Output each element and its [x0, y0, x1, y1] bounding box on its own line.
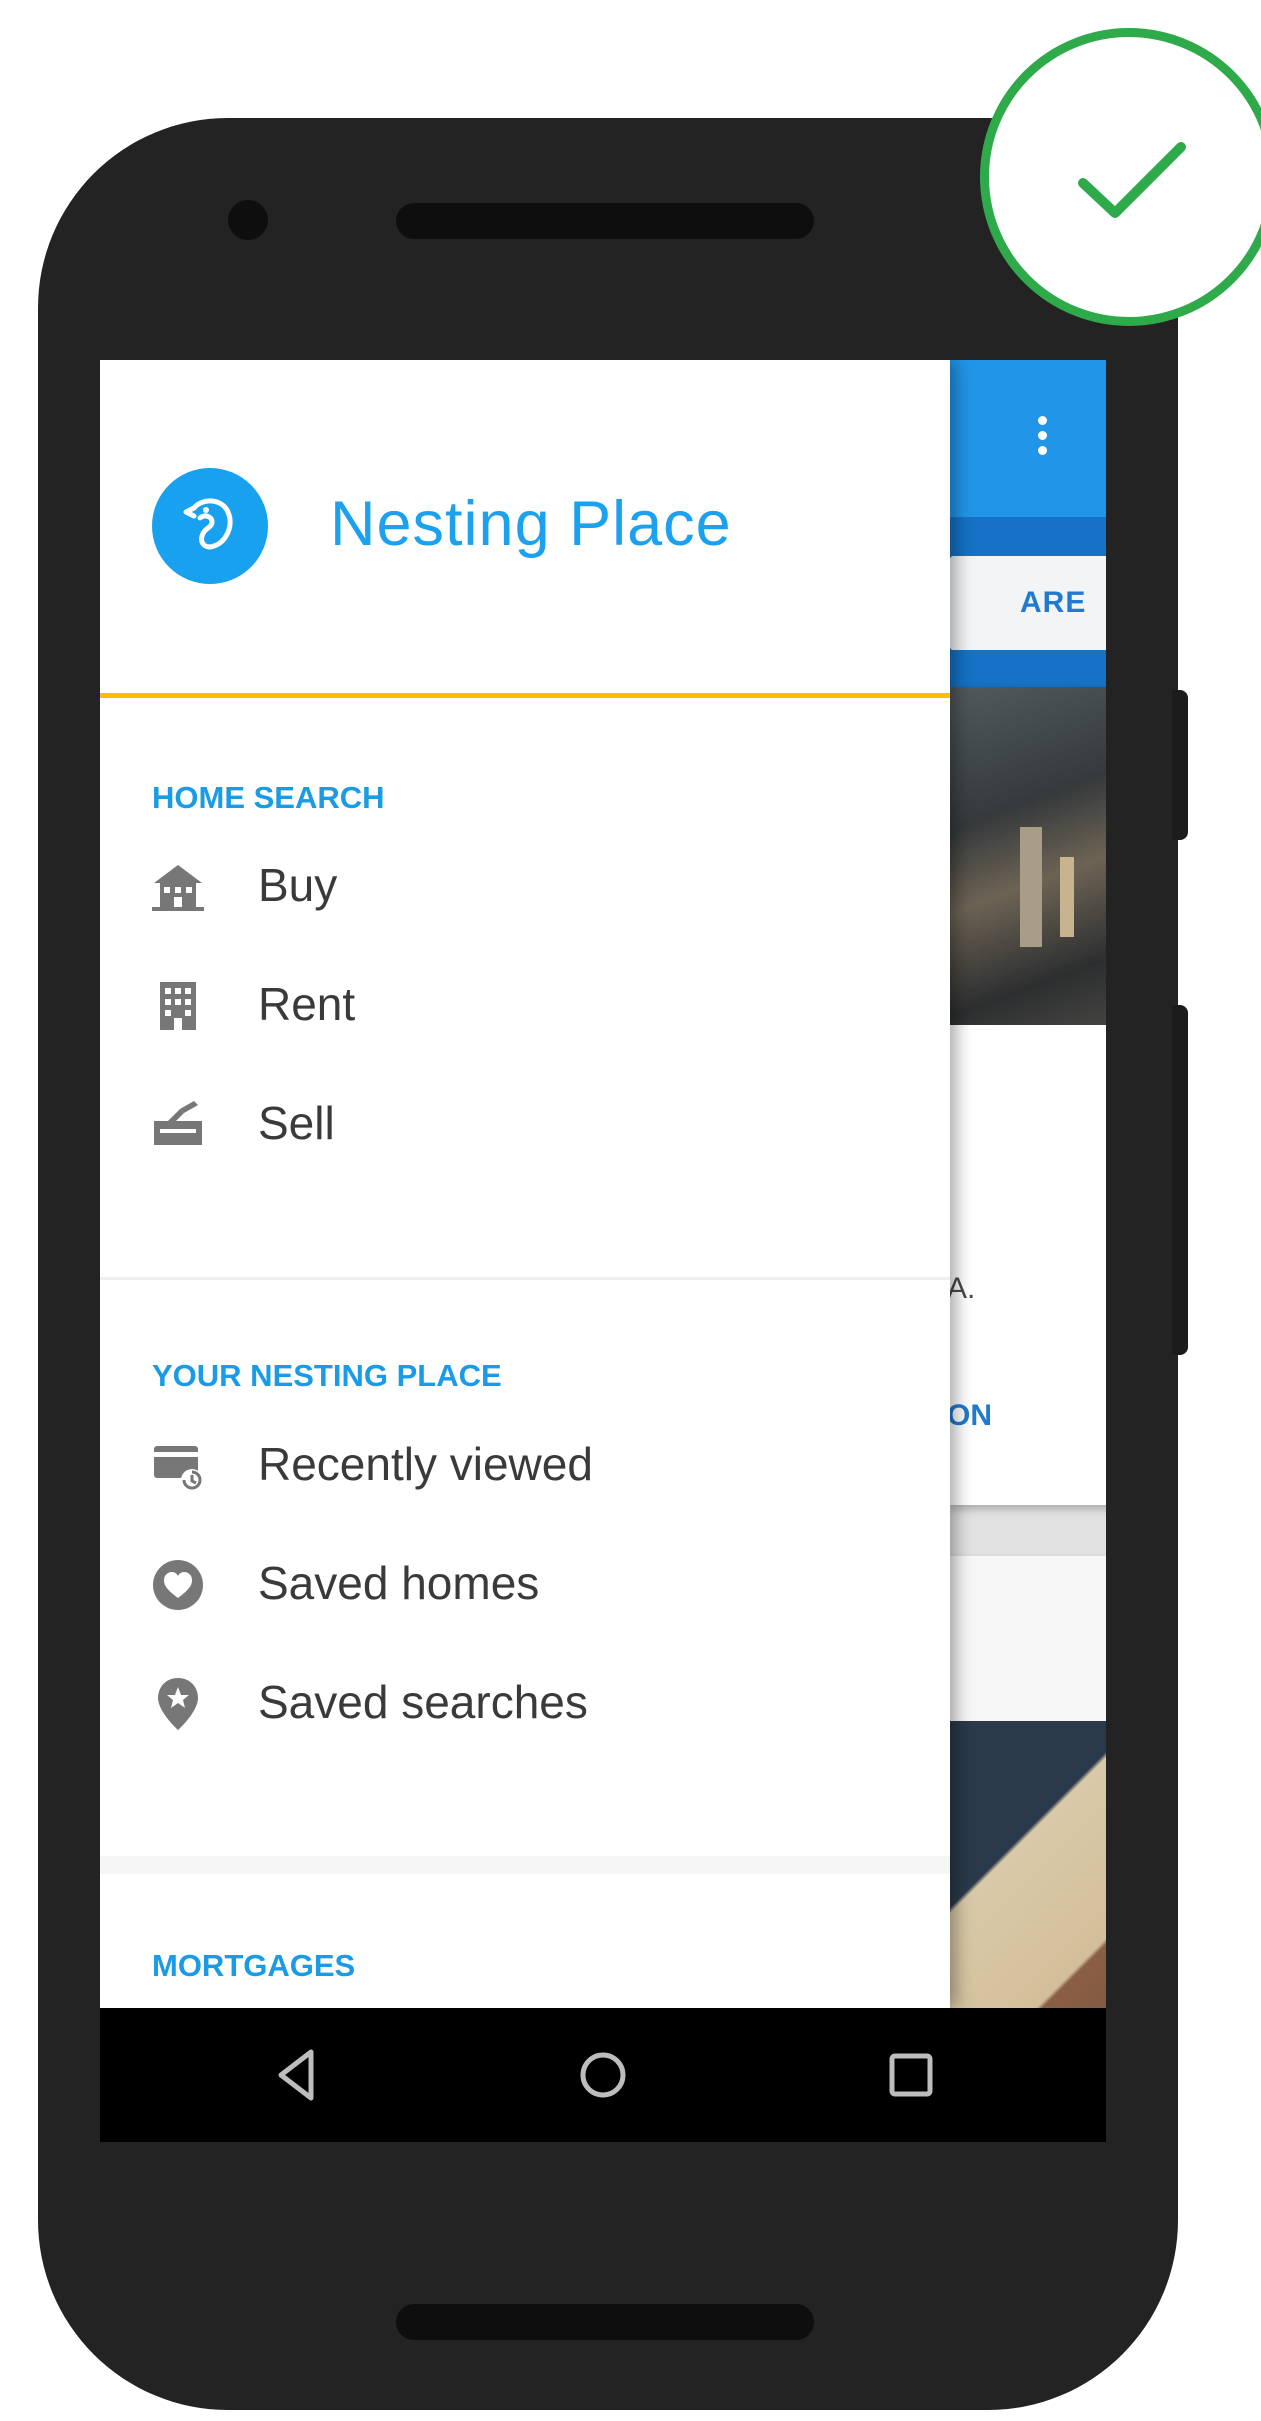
heart-icon — [150, 1557, 206, 1613]
listing-photo — [950, 687, 1106, 1025]
checkmark-icon — [1078, 142, 1186, 218]
sell-sign-icon — [150, 1097, 206, 1153]
stage: ARE A. ON Nesting Place HOME SEARCH Buy … — [0, 0, 1261, 2421]
drawer-item-label: Sell — [258, 1097, 335, 1149]
listing-address: A. — [947, 1272, 976, 1305]
section-title-your-nesting-place: YOUR NESTING PLACE — [152, 1358, 502, 1393]
approved-badge — [980, 28, 1261, 326]
android-nav-bar — [100, 2008, 1106, 2142]
recently-viewed-icon — [150, 1438, 206, 1494]
power-button — [1172, 690, 1188, 840]
home-icon[interactable] — [572, 2044, 634, 2106]
drawer-item-saved-homes[interactable]: Saved homes — [100, 1530, 950, 1640]
building-icon — [150, 978, 206, 1034]
front-camera — [228, 200, 268, 240]
drawer-header: Nesting Place — [100, 360, 950, 698]
drawer-item-label: Saved homes — [258, 1557, 540, 1609]
phone-screen: ARE A. ON Nesting Place HOME SEARCH Buy … — [100, 360, 1106, 2142]
app-tab[interactable]: ARE — [950, 556, 1106, 650]
drawer-item-label: Saved searches — [258, 1676, 588, 1728]
section-divider — [100, 1856, 950, 1874]
drawer-item-saved-searches[interactable]: Saved searches — [100, 1649, 950, 1759]
recents-icon[interactable] — [880, 2044, 942, 2106]
drawer-item-label: Recently viewed — [258, 1438, 593, 1490]
drawer-item-rent[interactable]: Rent — [100, 951, 950, 1061]
drawer-item-sell[interactable]: Sell — [100, 1070, 950, 1180]
nesting-place-logo-icon — [152, 468, 268, 584]
drawer-item-buy[interactable]: Buy — [100, 832, 950, 942]
listing-card[interactable]: A. ON — [947, 687, 1106, 1505]
app-tab-label: ARE — [1020, 586, 1087, 619]
drawer-item-label: Rent — [258, 978, 356, 1030]
drawer-item-label: Buy — [258, 859, 338, 911]
top-speaker — [396, 203, 814, 239]
section-divider — [100, 1277, 950, 1280]
section-title-mortgages: MORTGAGES — [152, 1948, 356, 1983]
bottom-speaker — [396, 2304, 814, 2340]
brand-name: Nesting Place — [330, 489, 732, 559]
navigation-drawer: Nesting Place HOME SEARCH Buy Rent Sell … — [100, 360, 950, 2008]
star-pin-icon — [150, 1676, 206, 1732]
section-title-home-search: HOME SEARCH — [152, 780, 385, 815]
listing-action-button[interactable]: ON — [947, 1399, 992, 1433]
house-icon — [150, 859, 206, 915]
back-icon[interactable] — [267, 2044, 329, 2106]
more-options-icon[interactable] — [1038, 416, 1048, 466]
drawer-item-recently-viewed[interactable]: Recently viewed — [100, 1411, 950, 1521]
volume-button — [1172, 1005, 1188, 1355]
